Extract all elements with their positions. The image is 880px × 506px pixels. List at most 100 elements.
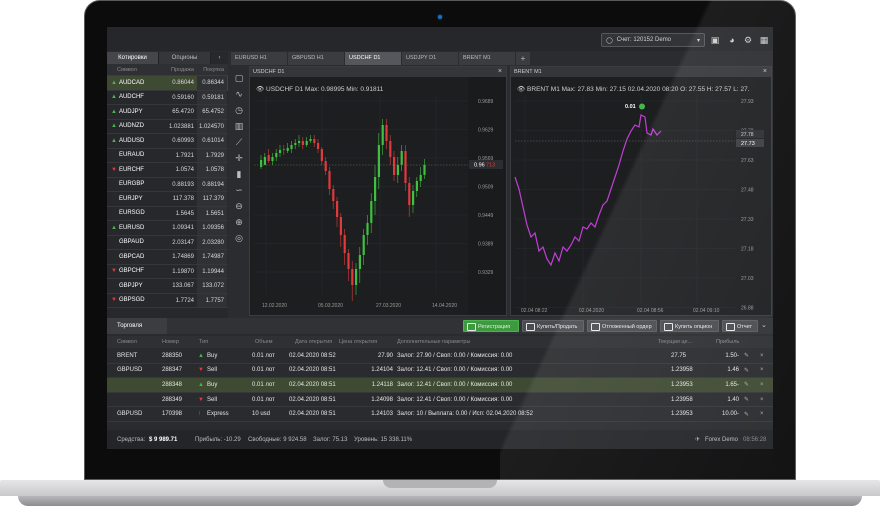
position-row[interactable]: GBPUSD 288347 ▼ Sell 0.01 лот 02.04.2020 08:5… [107, 364, 773, 379]
tab-trading[interactable]: Торговля [107, 318, 167, 334]
close-icon[interactable]: × [763, 67, 767, 77]
zoom-out-icon[interactable]: ⊖ [232, 199, 246, 213]
quote-sell[interactable]: 0.60993 [167, 134, 197, 148]
indicators-icon[interactable]: ∿ [232, 87, 246, 101]
chevron-down-icon[interactable]: ⌄ [761, 320, 767, 332]
close-position-icon[interactable]: × [760, 411, 764, 417]
position-row[interactable]: 288348 ▲ Buy 0.01 лот 02.04.2020 08:51 1.2411… [107, 378, 773, 393]
quote-buy[interactable]: 1.7929 [197, 148, 227, 162]
tab-quotes[interactable]: Котировки [107, 52, 159, 64]
usdchf-candles-plot[interactable]: 👁 USDCHF D1 Max: 0.98995 Min: 0.91811 0.9… [250, 77, 506, 315]
quote-sell[interactable]: 0.59160 [167, 91, 197, 105]
tab-options[interactable]: Опционы [159, 52, 211, 64]
quote-buy[interactable]: 133.072 [197, 279, 227, 293]
close-position-icon[interactable]: × [760, 397, 764, 403]
palette-icon[interactable]: ◕ [727, 35, 737, 45]
quote-sell[interactable]: 1.5645 [167, 207, 197, 221]
zoom-in-icon[interactable]: ⊕ [232, 215, 246, 229]
clock-icon[interactable]: ◷ [232, 103, 246, 117]
crosshair-icon[interactable]: ✛ [232, 151, 246, 165]
quote-row[interactable]: ▲ AUDCHF 0.59160 0.59181 [107, 90, 228, 105]
quote-sell[interactable]: 133.067 [167, 279, 197, 293]
quote-buy[interactable]: 1.024570 [197, 119, 227, 133]
candles-icon[interactable]: ▮ [232, 167, 246, 181]
quote-sell[interactable]: 1.74869 [167, 250, 197, 264]
quote-row[interactable]: ▼ GBPCHF 1.19870 1.19944 [107, 264, 228, 279]
bars-icon[interactable]: ▥ [232, 119, 246, 133]
quote-row[interactable]: EURAUD 1.7921 1.7929 [107, 148, 228, 163]
quote-buy[interactable]: 1.09356 [197, 221, 227, 235]
line-tool-icon[interactable]: ⟋ [232, 135, 246, 149]
position-row[interactable]: 288349 ▼ Sell 0.01 лот 02.04.2020 08:51 1.240… [107, 393, 773, 408]
quote-row[interactable]: ▼ EURCHF 1.0574 1.0578 [107, 163, 228, 178]
close-position-icon[interactable]: × [760, 367, 764, 373]
buy-option-button[interactable]: Купить опцион [660, 320, 719, 332]
quote-row[interactable]: ▲ AUDNZD 1.023881 1.024570 [107, 119, 228, 134]
quote-buy[interactable]: 0.59181 [197, 90, 227, 104]
close-position-icon[interactable]: × [760, 382, 764, 388]
quote-sell[interactable]: 1.7724 [167, 294, 197, 308]
quote-buy[interactable]: 0.61014 [197, 134, 227, 148]
pending-order-button[interactable]: Отложенный ордер [587, 320, 657, 332]
target-icon[interactable]: ◎ [232, 231, 246, 245]
close-position-icon[interactable]: × [760, 353, 764, 359]
quote-row[interactable]: ▼ GBPSGD 1.7724 1.7757 [107, 293, 228, 308]
quote-buy[interactable]: 1.19944 [197, 264, 227, 278]
quote-buy[interactable]: 2.03280 [197, 235, 227, 249]
edit-icon[interactable]: ✎ [744, 367, 749, 374]
brent-line-plot[interactable]: 👁 BRENT M1 Max: 27.83 Min: 27.15 02.04.2… [511, 77, 771, 315]
quote-row[interactable]: GBPAUD 2.03147 2.03280 [107, 235, 228, 250]
collapse-icon[interactable]: ‹ [211, 52, 228, 64]
quote-sell[interactable]: 0.88193 [167, 178, 197, 192]
quote-sell[interactable]: 2.03147 [167, 236, 197, 250]
quote-buy[interactable]: 0.86344 [197, 76, 227, 90]
edit-icon[interactable]: ✎ [744, 396, 749, 403]
quote-row[interactable]: EURJPY 117.378 117.379 [107, 192, 228, 207]
quote-sell[interactable]: 117.378 [167, 192, 197, 206]
quote-buy[interactable]: 65.4752 [197, 105, 227, 119]
edit-icon[interactable]: ✎ [744, 381, 749, 388]
quote-row[interactable]: GBPCAD 1.74869 1.74987 [107, 250, 228, 265]
quote-row[interactable]: GBPJPY 133.067 133.072 [107, 279, 228, 294]
chart-tab[interactable]: USDCHF D1 [345, 52, 401, 65]
camera-icon[interactable]: ▣ [710, 35, 720, 45]
chart-tab[interactable]: GBPUSD H1 [288, 52, 344, 65]
chart-tab[interactable]: USDJPY D1 [402, 52, 458, 65]
quote-buy[interactable]: 1.7757 [197, 293, 227, 307]
quote-buy[interactable]: 0.88194 [197, 177, 227, 191]
quote-row[interactable]: ▲ AUDUSD 0.60993 0.61014 [107, 134, 228, 149]
report-button[interactable]: Отчет [722, 320, 758, 332]
quote-sell[interactable]: 0.86044 [167, 76, 197, 90]
quote-buy[interactable]: 117.379 [197, 192, 227, 206]
account-selector[interactable]: ◯ Счет: 120152 Demo ▾ [601, 33, 705, 47]
position-row[interactable]: BRENT 288350 ▲ Buy 0.01 лот 02.04.2020 08:52 2… [107, 349, 773, 364]
quote-row[interactable]: EURGBP 0.88193 0.88194 [107, 177, 228, 192]
window-icon[interactable]: ▢ [232, 71, 246, 85]
close-icon[interactable]: × [498, 67, 502, 77]
quote-row[interactable]: ▲ AUDJPY 65.4720 65.4752 [107, 105, 228, 120]
quote-sell[interactable]: 1.7921 [167, 149, 197, 163]
quote-sell[interactable]: 1.19870 [167, 265, 197, 279]
quote-sell[interactable]: 1.023881 [167, 120, 197, 134]
quote-buy[interactable]: 1.0578 [197, 163, 227, 177]
quote-buy[interactable]: 1.74987 [197, 250, 227, 264]
chart-type-icon[interactable]: ∽ [232, 183, 246, 197]
grid-icon[interactable]: ▦ [759, 35, 769, 45]
buy-sell-button[interactable]: Купить/Продать [522, 320, 584, 332]
chart-tab[interactable]: EURUSD H1 [231, 52, 287, 65]
chart-tab[interactable]: BRENT M1 [459, 52, 515, 65]
edit-icon[interactable]: ✎ [744, 411, 749, 418]
quote-buy[interactable]: 1.5651 [197, 206, 227, 220]
quote-sell[interactable]: 1.09341 [167, 221, 197, 235]
position-row[interactable]: GBPUSD 170398 ↑ Express 10 usd 02.04.2020 08:… [107, 407, 773, 422]
quote-sell[interactable]: 1.0574 [167, 163, 197, 177]
quote-row[interactable]: EURSGD 1.5645 1.5651 [107, 206, 228, 221]
trade-marker-icon[interactable] [639, 103, 645, 110]
add-chart-tab-button[interactable]: + [516, 52, 530, 65]
quote-row[interactable]: ▲ AUDCAD 0.86044 0.86344 [107, 76, 228, 91]
quote-row[interactable]: ▲ EURUSD 1.09341 1.09356 [107, 221, 228, 236]
settings-icon[interactable]: ⚙ [743, 35, 753, 45]
edit-icon[interactable]: ✎ [744, 352, 749, 359]
quote-sell[interactable]: 65.4720 [167, 105, 197, 119]
register-button[interactable]: Регистрация [463, 320, 519, 332]
